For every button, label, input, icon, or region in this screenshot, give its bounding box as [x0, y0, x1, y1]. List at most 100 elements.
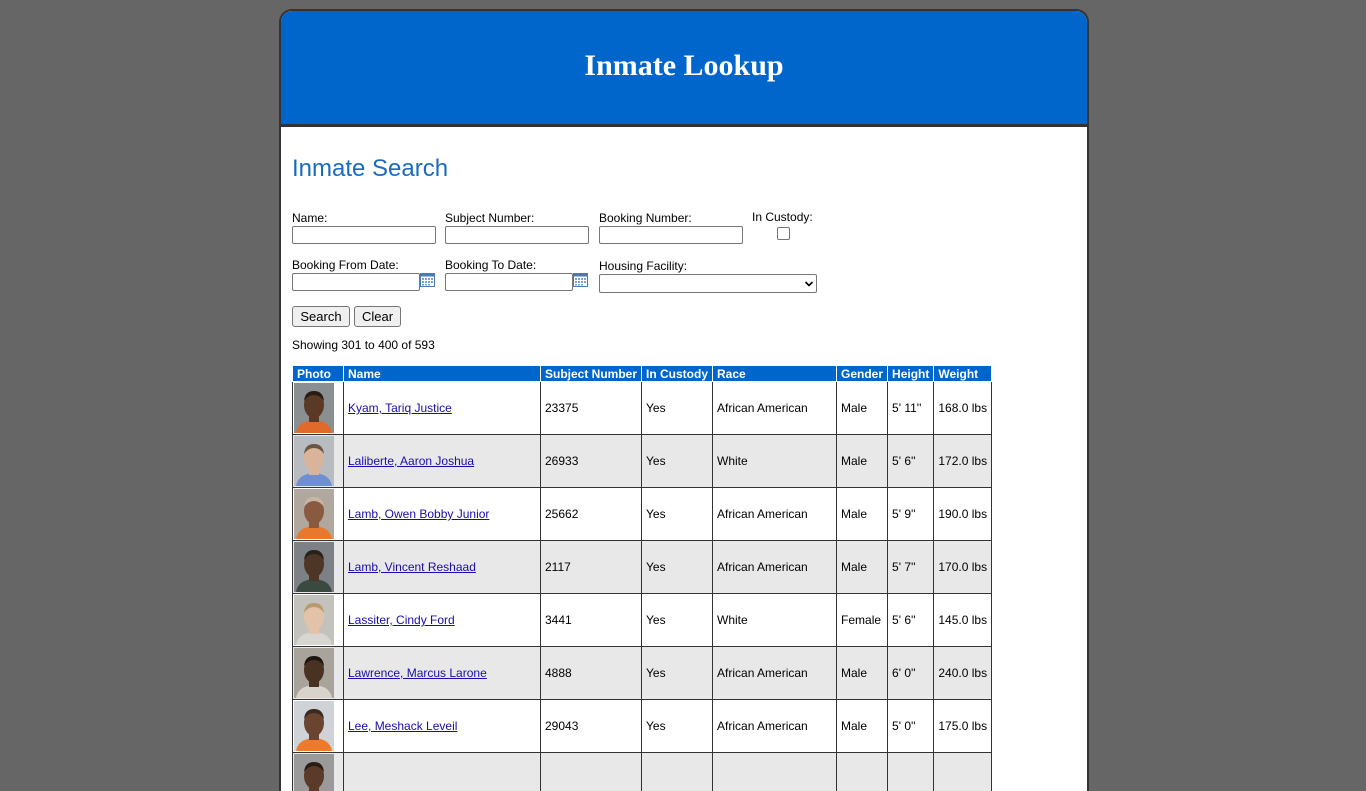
gender-cell: Female	[837, 594, 888, 647]
weight-cell	[934, 753, 992, 791]
booking-from-date-label: Booking From Date:	[292, 258, 399, 272]
column-header: Name	[344, 366, 541, 382]
table-row: Lamb, Owen Bobby Junior25662YesAfrican A…	[293, 488, 992, 541]
inmate-name-link[interactable]: Lee, Meshack Leveil	[348, 719, 457, 733]
height-cell	[888, 753, 934, 791]
gender-cell	[837, 753, 888, 791]
page-container: Inmate Lookup Inmate Search Name: Subjec…	[279, 9, 1089, 791]
name-input[interactable]	[292, 226, 436, 244]
inmate-photo[interactable]	[294, 542, 334, 592]
photo-cell	[293, 753, 344, 791]
inmate-name-link[interactable]: Lamb, Owen Bobby Junior	[348, 507, 489, 521]
calendar-icon[interactable]	[573, 273, 588, 287]
race-cell: White	[713, 594, 837, 647]
height-cell: 5' 6''	[888, 435, 934, 488]
height-cell: 5' 11''	[888, 382, 934, 435]
in-custody-cell: Yes	[642, 541, 713, 594]
photo-cell	[293, 488, 344, 541]
inmate-photo[interactable]	[294, 701, 334, 751]
weight-cell: 170.0 lbs	[934, 541, 992, 594]
gender-cell: Male	[837, 382, 888, 435]
race-cell: African American	[713, 382, 837, 435]
gender-cell: Male	[837, 700, 888, 753]
subject-number-cell: 2117	[541, 541, 642, 594]
results-table: PhotoNameSubject NumberIn CustodyRaceGen…	[292, 365, 992, 791]
height-cell: 5' 9''	[888, 488, 934, 541]
column-header: Weight	[934, 366, 992, 382]
in-custody-label: In Custody:	[752, 210, 813, 224]
in-custody-cell	[642, 753, 713, 791]
calendar-icon[interactable]	[420, 273, 435, 287]
housing-facility-select[interactable]	[599, 274, 817, 293]
in-custody-cell: Yes	[642, 594, 713, 647]
table-row	[293, 753, 992, 791]
gender-cell: Male	[837, 541, 888, 594]
site-title: Inmate Lookup	[584, 49, 783, 83]
subject-number-input[interactable]	[445, 226, 589, 244]
subject-number-cell: 23375	[541, 382, 642, 435]
in-custody-cell: Yes	[642, 435, 713, 488]
inmate-name-link[interactable]: Lawrence, Marcus Larone	[348, 666, 487, 680]
photo-cell	[293, 382, 344, 435]
booking-to-date-input[interactable]	[445, 273, 573, 291]
subject-number-cell: 25662	[541, 488, 642, 541]
search-button[interactable]: Search	[292, 306, 350, 327]
table-row: Lamb, Vincent Reshaad 2117YesAfrican Amer…	[293, 541, 992, 594]
table-header-row: PhotoNameSubject NumberIn CustodyRaceGen…	[293, 366, 992, 382]
height-cell: 5' 7''	[888, 541, 934, 594]
name-cell: Laliberte, Aaron Joshua	[344, 435, 541, 488]
column-header: Race	[713, 366, 837, 382]
booking-number-input[interactable]	[599, 226, 743, 244]
weight-cell: 175.0 lbs	[934, 700, 992, 753]
race-cell: African American	[713, 647, 837, 700]
race-cell: African American	[713, 488, 837, 541]
weight-cell: 172.0 lbs	[934, 435, 992, 488]
inmate-name-link[interactable]: Laliberte, Aaron Joshua	[348, 454, 474, 468]
inmate-photo[interactable]	[294, 383, 334, 433]
table-row: Lassiter, Cindy Ford3441YesWhiteFemale5'…	[293, 594, 992, 647]
in-custody-checkbox[interactable]	[777, 227, 790, 240]
race-cell: African American	[713, 541, 837, 594]
name-cell: Lassiter, Cindy Ford	[344, 594, 541, 647]
inmate-photo[interactable]	[294, 595, 334, 645]
race-cell: White	[713, 435, 837, 488]
inmate-photo[interactable]	[294, 436, 334, 486]
name-cell: Lee, Meshack Leveil	[344, 700, 541, 753]
clear-button[interactable]: Clear	[354, 306, 401, 327]
in-custody-cell: Yes	[642, 647, 713, 700]
column-header: Gender	[837, 366, 888, 382]
in-custody-cell: Yes	[642, 382, 713, 435]
column-header: In Custody	[642, 366, 713, 382]
table-row: Lawrence, Marcus Larone 4888YesAfrican Am…	[293, 647, 992, 700]
subject-number-cell	[541, 753, 642, 791]
table-row: Lee, Meshack Leveil29043YesAfrican Ameri…	[293, 700, 992, 753]
name-cell: Lamb, Vincent Reshaad	[344, 541, 541, 594]
subject-number-cell: 3441	[541, 594, 642, 647]
inmate-name-link[interactable]: Kyam, Tariq Justice	[348, 401, 452, 415]
inmate-name-link[interactable]: Lamb, Vincent Reshaad	[348, 560, 476, 574]
inmate-photo[interactable]	[294, 489, 334, 539]
name-cell: Lawrence, Marcus Larone	[344, 647, 541, 700]
photo-cell	[293, 647, 344, 700]
table-row: Kyam, Tariq Justice 23375YesAfrican Ameri…	[293, 382, 992, 435]
inmate-photo[interactable]	[294, 648, 334, 698]
subject-number-label: Subject Number:	[445, 211, 534, 225]
gender-cell: Male	[837, 488, 888, 541]
name-cell	[344, 753, 541, 791]
name-cell: Lamb, Owen Bobby Junior	[344, 488, 541, 541]
height-cell: 5' 0''	[888, 700, 934, 753]
weight-cell: 145.0 lbs	[934, 594, 992, 647]
race-cell: African American	[713, 700, 837, 753]
inmate-name-link[interactable]: Lassiter, Cindy Ford	[348, 613, 455, 627]
booking-from-date-input[interactable]	[292, 273, 420, 291]
results-summary: Showing 301 to 400 of 593	[292, 338, 435, 352]
column-header: Subject Number	[541, 366, 642, 382]
weight-cell: 168.0 lbs	[934, 382, 992, 435]
race-cell	[713, 753, 837, 791]
gender-cell: Male	[837, 647, 888, 700]
chevron-down-icon	[804, 275, 814, 294]
subject-number-cell: 4888	[541, 647, 642, 700]
table-row: Laliberte, Aaron Joshua26933YesWhiteMale…	[293, 435, 992, 488]
inmate-photo[interactable]	[294, 754, 334, 791]
in-custody-cell: Yes	[642, 700, 713, 753]
